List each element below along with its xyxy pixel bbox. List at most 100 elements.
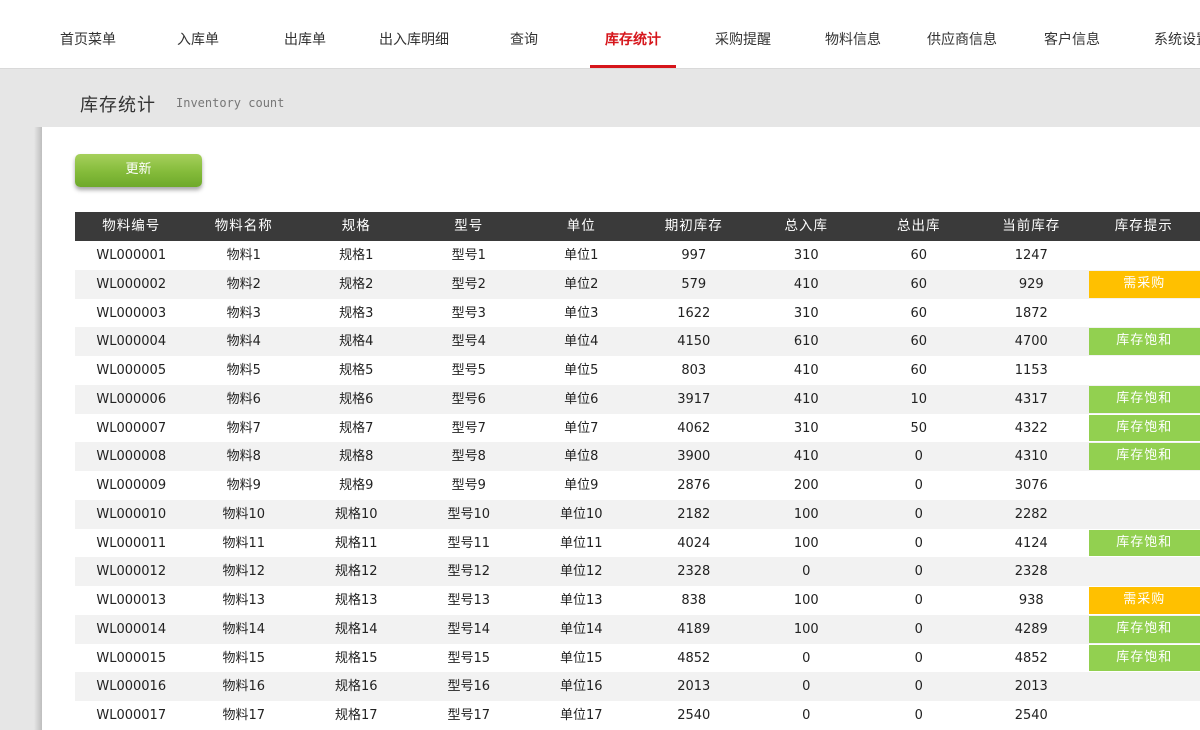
cell-stock-alert	[1088, 672, 1200, 701]
cell-spec: 规格17	[334, 708, 378, 723]
cell-model: 型号7	[451, 420, 486, 436]
cell-total-in: 0	[802, 708, 811, 723]
cell-total-in: 0	[802, 650, 811, 666]
cell-stock-alert: 需采购	[1088, 270, 1200, 299]
cell-stock-alert: 库存饱和	[1088, 385, 1200, 414]
table-row: WL000013 物料13 规格13 型号13 单位13 838 100 0 938 需采购	[75, 586, 1200, 615]
stock-status-badge: 需采购	[1088, 587, 1200, 614]
cell-material-name: 物料5	[226, 363, 261, 378]
cell-model: 型号1	[451, 248, 486, 263]
cell-total-in: 0	[802, 679, 811, 695]
stock-status-badge: 库存饱和	[1088, 529, 1200, 557]
cell-material-code: WL000008	[96, 449, 167, 465]
cell-spec: 规格8	[339, 449, 374, 465]
cell-current-stock: 4310	[1014, 449, 1048, 465]
table-row: WL000011 物料11 规格11 型号11 单位11 4024 100 0 4124 库存饱和	[75, 529, 1200, 558]
nav-item-1[interactable]: 首页菜单	[33, 0, 143, 68]
cell-total-out: 60	[910, 276, 928, 292]
active-tab-indicator	[590, 65, 676, 68]
cell-unit: 单位17	[559, 708, 603, 723]
cell-material-code: WL000009	[96, 478, 167, 493]
cell-stock-alert	[1088, 299, 1200, 328]
cell-current-stock: 2013	[1014, 679, 1048, 695]
table-row: WL000005 物料5 规格5 型号5 单位5 803 410 60 1153	[75, 356, 1200, 385]
cell-opening-stock: 4852	[677, 650, 711, 666]
table-row: WL000016 物料16 规格16 型号16 单位16 2013 0 0 2013	[75, 672, 1200, 701]
cell-total-in: 100	[793, 621, 819, 637]
stock-status-badge: 库存饱和	[1088, 615, 1200, 643]
cell-spec: 规格6	[339, 391, 374, 407]
cell-opening-stock: 803	[681, 363, 707, 378]
cell-total-out: 0	[914, 621, 923, 637]
nav-item-3[interactable]: 出库单	[250, 0, 360, 68]
cell-material-code: WL000002	[96, 276, 167, 292]
column-header-total-out: 总出库	[897, 218, 941, 234]
table-row: WL000015 物料15 规格15 型号15 单位15 4852 0 0 4852 库存饱和	[75, 644, 1200, 673]
cell-opening-stock: 997	[681, 248, 707, 263]
nav-item-9[interactable]: 供应商信息	[907, 0, 1017, 68]
cell-total-out: 0	[914, 593, 923, 608]
cell-total-in: 100	[793, 593, 819, 608]
nav-item-6[interactable]: 库存统计	[578, 0, 688, 68]
nav-item-10[interactable]: 客户信息	[1017, 0, 1127, 68]
stock-status-badge: 库存饱和	[1088, 644, 1200, 672]
cell-opening-stock: 1622	[677, 305, 711, 321]
cell-total-in: 610	[793, 334, 819, 350]
page-header: 库存统计 Inventory count	[0, 69, 1200, 127]
cell-model: 型号14	[447, 621, 491, 637]
cell-spec: 规格9	[339, 478, 374, 493]
nav-item-2[interactable]: 入库单	[143, 0, 253, 68]
cell-current-stock: 4852	[1014, 650, 1048, 666]
cell-total-out: 60	[910, 363, 928, 378]
cell-current-stock: 938	[1018, 593, 1044, 608]
cell-model: 型号4	[451, 334, 486, 350]
cell-opening-stock: 2876	[677, 478, 711, 493]
nav-item-4[interactable]: 出入库明细	[359, 0, 469, 68]
nav-item-5[interactable]: 查询	[469, 0, 579, 68]
cell-opening-stock: 3917	[677, 391, 711, 407]
cell-opening-stock: 4062	[677, 420, 711, 436]
cell-spec: 规格7	[339, 420, 374, 436]
refresh-button[interactable]: 更新	[75, 154, 202, 187]
cell-total-out: 50	[910, 420, 928, 436]
cell-model: 型号2	[451, 276, 486, 292]
table-row: WL000002 物料2 规格2 型号2 单位2 579 410 60 929 需采购	[75, 269, 1200, 299]
cell-material-code: WL000014	[96, 621, 167, 637]
cell-model: 型号10	[447, 506, 491, 522]
column-header-material-code: 物料编号	[102, 218, 161, 234]
cell-material-code: WL000007	[96, 420, 167, 436]
cell-current-stock: 2540	[1014, 708, 1048, 723]
cell-opening-stock: 3900	[677, 449, 711, 465]
nav-item-7[interactable]: 采购提醒	[688, 0, 798, 68]
cell-current-stock: 4700	[1014, 334, 1048, 350]
cell-stock-alert: 需采购	[1088, 586, 1200, 615]
nav-item-11[interactable]: 系统设置	[1127, 0, 1200, 68]
nav-item-8[interactable]: 物料信息	[798, 0, 908, 68]
inventory-table: 物料编号 物料名称 规格 型号 单位 期初库存 总入库 总出库 当前库存 库存提示 WL000001…	[75, 212, 1200, 730]
nav-item-label: 物料信息	[825, 32, 881, 48]
cell-material-name: 物料9	[226, 478, 261, 493]
cell-unit: 单位16	[559, 679, 603, 695]
cell-total-out: 0	[914, 564, 923, 580]
cell-stock-alert	[1088, 356, 1200, 385]
table-row: WL000001 物料1 规格1 型号1 单位1 997 310 60 1247	[75, 241, 1200, 270]
cell-total-out: 0	[914, 535, 923, 551]
nav-item-label: 出入库明细	[379, 32, 449, 48]
cell-material-code: WL000006	[96, 391, 167, 407]
cell-model: 型号16	[447, 679, 491, 695]
nav-item-label: 客户信息	[1044, 32, 1100, 48]
column-header-opening-stock: 期初库存	[664, 218, 723, 234]
cell-total-in: 410	[793, 276, 819, 292]
stock-status-badge: 库存饱和	[1088, 385, 1200, 413]
cell-model: 型号13	[447, 593, 491, 608]
cell-spec: 规格14	[334, 621, 378, 637]
cell-stock-alert: 库存饱和	[1088, 414, 1200, 443]
cell-unit: 单位8	[564, 449, 599, 465]
cell-spec: 规格5	[339, 363, 374, 378]
cell-material-name: 物料11	[222, 535, 266, 551]
cell-total-in: 310	[793, 248, 819, 263]
nav-item-label: 系统设置	[1154, 32, 1200, 48]
nav-item-label: 入库单	[177, 32, 219, 48]
cell-stock-alert	[1088, 701, 1200, 730]
cell-current-stock: 2328	[1014, 564, 1048, 580]
